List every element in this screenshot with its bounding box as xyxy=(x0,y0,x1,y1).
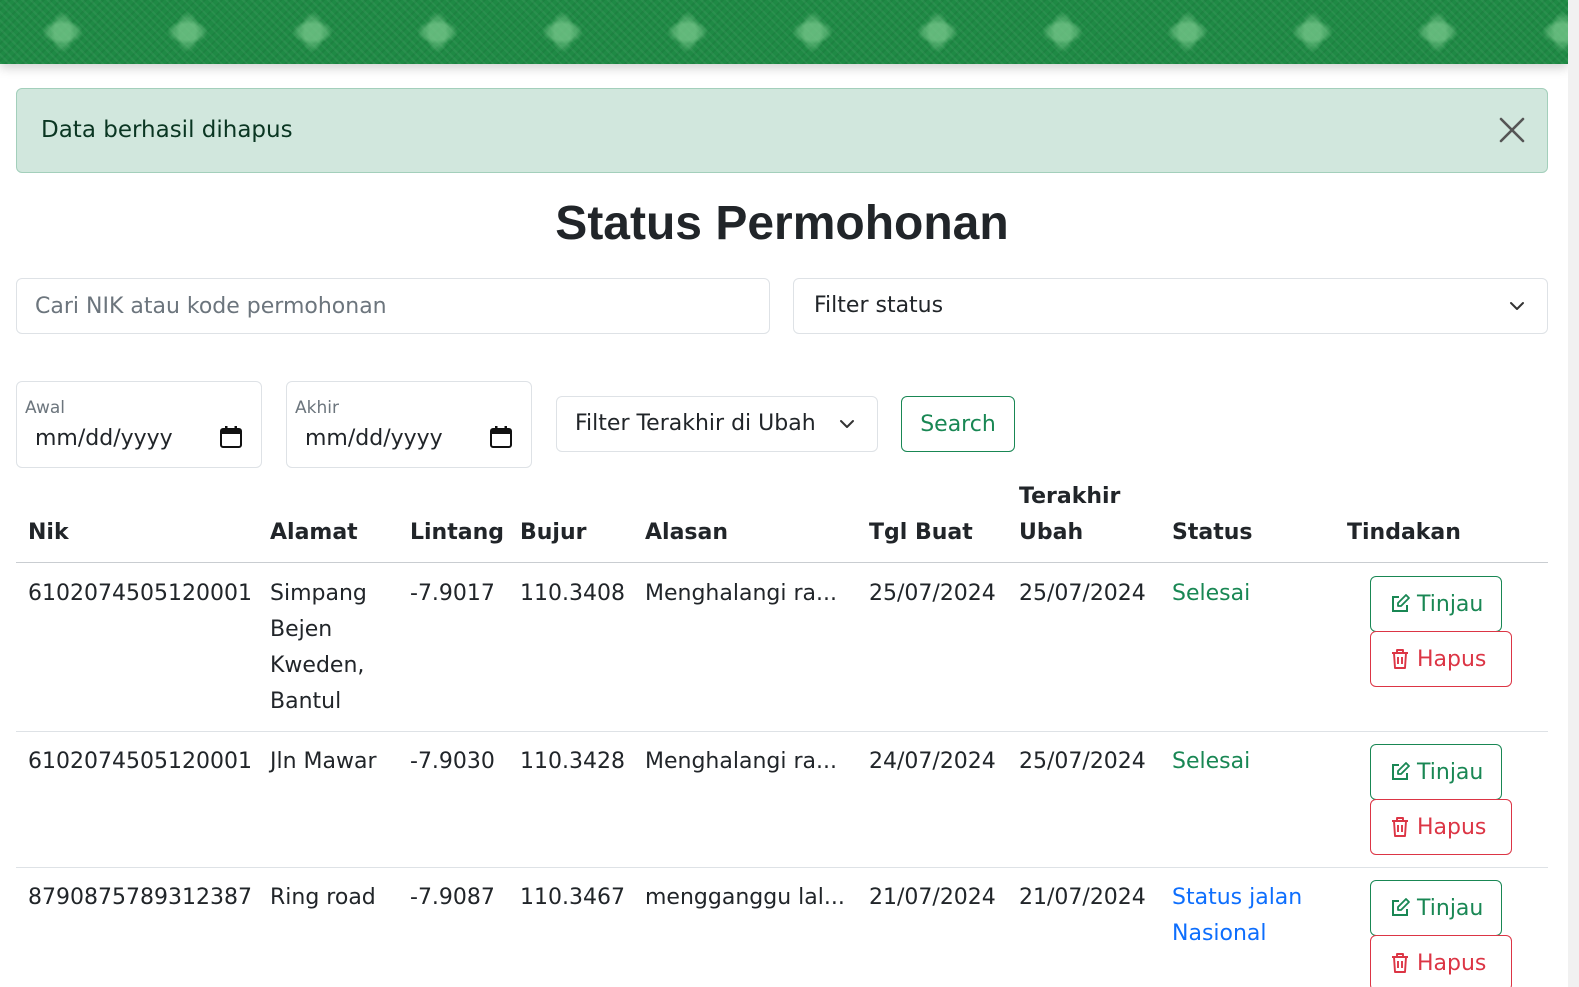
cell-status[interactable]: Status jalan Nasional xyxy=(1172,880,1332,952)
cell-bujur: 110.3467 xyxy=(520,885,625,910)
cell-alasan: Menghalangi ra... xyxy=(645,581,837,606)
delete-button[interactable]: Hapus xyxy=(1370,799,1512,855)
cell-tgl-buat: 21/07/2024 xyxy=(869,885,996,910)
cell-lintang: -7.9030 xyxy=(410,749,495,774)
delete-button-label: Hapus xyxy=(1417,814,1487,840)
start-date-value: mm/dd/yyyy xyxy=(35,426,173,451)
column-header-bujur: Bujur xyxy=(520,520,587,545)
cell-terakhir-ubah: 21/07/2024 xyxy=(1019,885,1146,910)
header-divider xyxy=(16,562,1548,563)
calendar-icon[interactable] xyxy=(489,425,513,449)
page-title: Status Permohonan xyxy=(555,197,1009,250)
delete-button-label: Hapus xyxy=(1417,646,1487,672)
review-button-label: Tinjau xyxy=(1417,895,1484,921)
column-header-tindakan: Tindakan xyxy=(1347,520,1461,545)
cell-alamat: Ring road xyxy=(270,885,376,910)
delete-button[interactable]: Hapus xyxy=(1370,631,1512,687)
cell-bujur: 110.3408 xyxy=(520,581,625,606)
review-button[interactable]: Tinjau xyxy=(1370,576,1502,632)
delete-button-label: Hapus xyxy=(1417,950,1487,976)
updated-filter-value: Filter Terakhir di Ubah xyxy=(575,411,816,436)
updated-filter-select[interactable]: Filter Terakhir di Ubah xyxy=(556,396,878,452)
column-header-terakhir-ubah: Terakhir Ubah xyxy=(1019,484,1121,545)
delete-button[interactable]: Hapus xyxy=(1370,935,1512,987)
column-header-nik: Nik xyxy=(28,520,69,545)
cell-alasan: Menghalangi ra... xyxy=(645,749,837,774)
cell-nik: 6102074505120001 xyxy=(28,581,252,606)
cell-status: Selesai xyxy=(1172,581,1251,606)
header-banner xyxy=(0,0,1568,64)
edit-icon xyxy=(1392,898,1410,916)
end-date-field[interactable]: Akhir mm/dd/yyyy xyxy=(286,381,532,468)
cell-lintang: -7.9087 xyxy=(410,885,495,910)
trash-icon xyxy=(1392,953,1408,973)
calendar-icon[interactable] xyxy=(219,425,243,449)
chevron-down-icon xyxy=(1510,302,1524,310)
start-date-label: Awal xyxy=(25,398,65,418)
end-date-label: Akhir xyxy=(295,398,339,418)
review-button[interactable]: Tinjau xyxy=(1370,880,1502,936)
trash-icon xyxy=(1392,649,1408,669)
column-header-lintang: Lintang xyxy=(410,520,504,545)
edit-icon xyxy=(1392,594,1410,612)
row-divider xyxy=(16,867,1548,868)
trash-icon xyxy=(1392,817,1408,837)
chevron-down-icon xyxy=(840,420,854,428)
cell-nik: 6102074505120001 xyxy=(28,749,252,774)
column-header-tgl-buat: Tgl Buat xyxy=(869,520,973,545)
status-filter-select[interactable]: Filter status xyxy=(793,278,1548,334)
edit-icon xyxy=(1392,762,1410,780)
cell-bujur: 110.3428 xyxy=(520,749,625,774)
search-input[interactable] xyxy=(16,278,770,334)
cell-lintang: -7.9017 xyxy=(410,581,495,606)
review-button[interactable]: Tinjau xyxy=(1370,744,1502,800)
column-header-status: Status xyxy=(1172,520,1253,545)
cell-terakhir-ubah: 25/07/2024 xyxy=(1019,581,1146,606)
cell-terakhir-ubah: 25/07/2024 xyxy=(1019,749,1146,774)
status-filter-value: Filter status xyxy=(814,293,944,318)
search-button[interactable]: Search xyxy=(901,396,1015,452)
end-date-value: mm/dd/yyyy xyxy=(305,426,443,451)
success-alert: Data berhasil dihapus xyxy=(16,88,1548,173)
review-button-label: Tinjau xyxy=(1417,759,1484,785)
cell-alamat: Jln Mawar xyxy=(270,749,377,774)
column-header-alamat: Alamat xyxy=(270,520,358,545)
alert-message: Data berhasil dihapus xyxy=(41,117,293,143)
cell-tgl-buat: 24/07/2024 xyxy=(869,749,996,774)
cell-nik: 8790875789312387 xyxy=(28,885,252,910)
cell-tgl-buat: 25/07/2024 xyxy=(869,581,996,606)
column-header-alasan: Alasan xyxy=(645,520,729,545)
scrollbar[interactable] xyxy=(1568,0,1579,987)
cell-alasan: mengganggu lal... xyxy=(645,885,845,910)
review-button-label: Tinjau xyxy=(1417,591,1484,617)
cell-status: Selesai xyxy=(1172,749,1251,774)
cell-alamat: Simpang Bejen Kweden, Bantul xyxy=(270,581,367,714)
close-icon[interactable] xyxy=(1497,115,1527,145)
start-date-field[interactable]: Awal mm/dd/yyyy xyxy=(16,381,262,468)
row-divider xyxy=(16,731,1548,732)
